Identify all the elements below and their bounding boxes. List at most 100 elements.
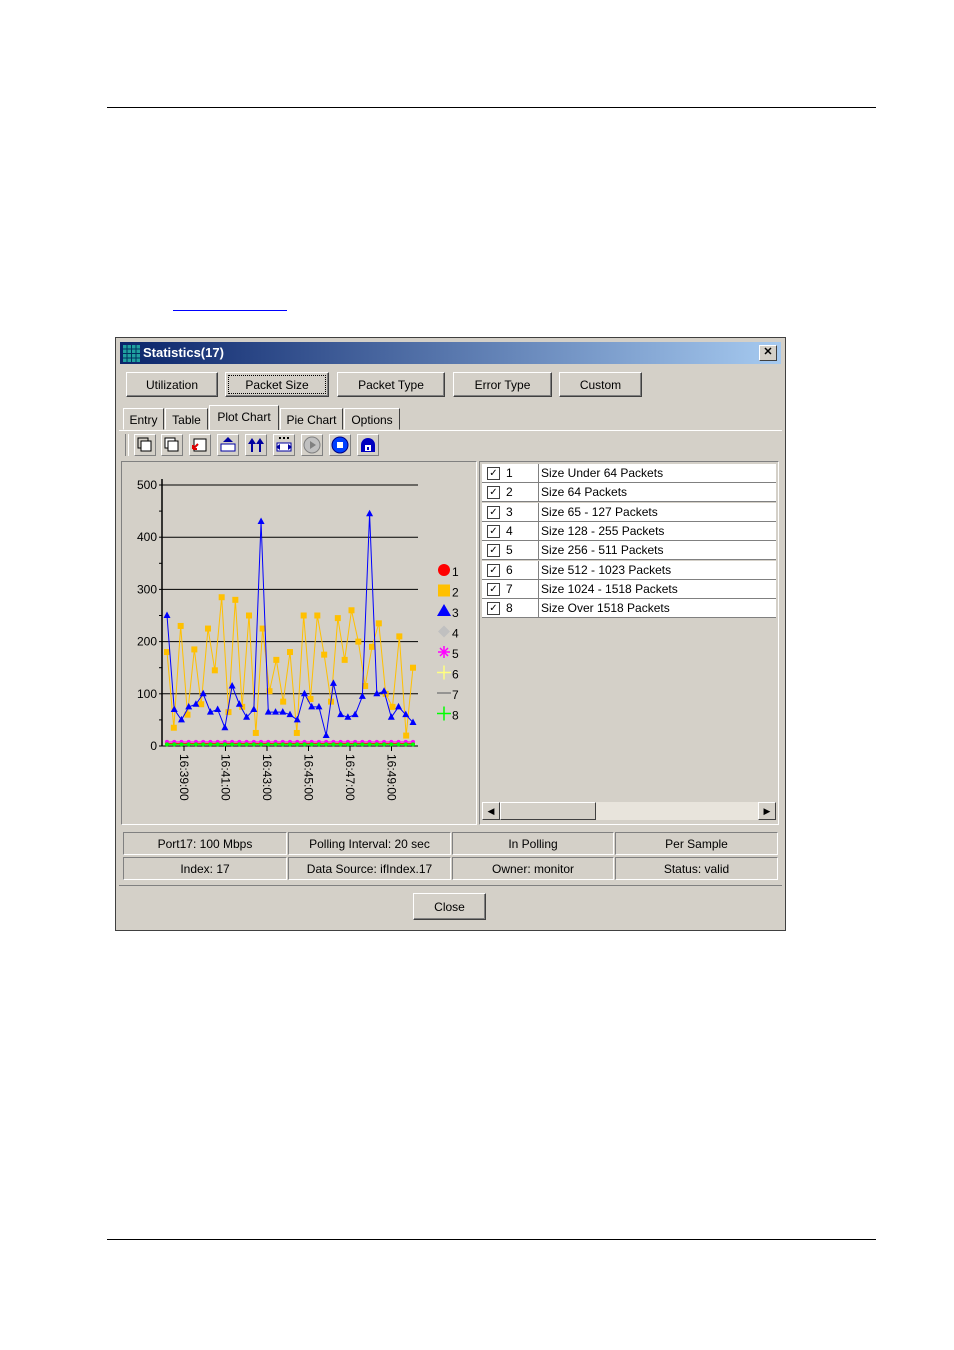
- layers-icon[interactable]: [161, 434, 183, 456]
- grid-expand-icon[interactable]: [273, 434, 295, 456]
- data-point: [348, 607, 355, 614]
- data-point: [170, 724, 177, 731]
- per-sample-status: Per Sample: [615, 832, 778, 855]
- list-item[interactable]: ✓ 1 Size Under 64 Packets: [482, 464, 776, 483]
- data-point: [338, 742, 343, 747]
- data-point: [411, 742, 415, 747]
- data-point: [199, 689, 207, 697]
- data-point: [308, 702, 316, 710]
- tab-table[interactable]: Table: [165, 408, 208, 430]
- index-status: Index: 17: [123, 857, 287, 880]
- column-divider: [538, 464, 539, 483]
- data-point: [322, 731, 330, 739]
- data-point: [321, 651, 328, 658]
- data-point: [179, 742, 184, 747]
- data-point: [218, 594, 225, 601]
- data-point: [177, 622, 184, 629]
- horizontal-scrollbar[interactable]: ◀ ▶: [482, 802, 776, 820]
- window-title: Statistics(17): [143, 345, 224, 360]
- legend-marker: [437, 604, 451, 616]
- data-point: [369, 643, 375, 650]
- stack-icon[interactable]: [134, 434, 156, 456]
- tab-panel-top-edge: [119, 430, 782, 431]
- data-point: [300, 689, 308, 697]
- data-point: [331, 742, 336, 747]
- series-checkbox[interactable]: ✓: [487, 582, 500, 596]
- custom-button[interactable]: Custom: [559, 372, 642, 397]
- utilization-button[interactable]: Utilization: [126, 372, 218, 397]
- series-label: Size 1024 - 1518 Packets: [541, 581, 678, 596]
- close-button[interactable]: Close: [413, 893, 486, 920]
- tab-entry[interactable]: Entry: [123, 408, 164, 430]
- series-id: 8: [506, 601, 513, 616]
- scroll-right-icon[interactable]: ▶: [758, 802, 776, 820]
- data-point: [163, 611, 171, 618]
- data-point: [389, 742, 394, 747]
- series-label: Size 128 - 255 Packets: [541, 523, 665, 538]
- data-point: [251, 742, 256, 747]
- series-list[interactable]: ✓ 1 Size Under 64 Packets ✓ 2 Size 64 Packets…: [482, 464, 776, 804]
- y-tick-label: 300: [137, 582, 157, 596]
- arrows-up-icon[interactable]: [245, 434, 267, 456]
- y-tick-label: 200: [137, 635, 157, 649]
- line-chart: 0 100 200 300 400 500 16:39:00 16:41:00 16:43:00…: [137, 478, 459, 801]
- list-item[interactable]: ✓ 5 Size 256 - 511 Packets: [482, 541, 776, 561]
- document-link-underline[interactable]: [173, 310, 287, 311]
- data-point: [316, 742, 321, 747]
- data-point: [367, 742, 372, 747]
- list-item[interactable]: ✓ 6 Size 512 - 1023 Packets: [482, 560, 776, 580]
- checkmark-icon[interactable]: [189, 434, 211, 456]
- series-label: Size 64 Packets: [541, 485, 628, 500]
- play-icon[interactable]: [301, 434, 323, 456]
- tab-plot-chart[interactable]: Plot Chart: [209, 405, 279, 431]
- legend-label: 4: [452, 627, 459, 641]
- error-type-button[interactable]: Error Type: [453, 372, 552, 397]
- packet-type-button[interactable]: Packet Type: [337, 372, 445, 397]
- list-item[interactable]: ✓ 8 Size Over 1518 Packets: [482, 599, 776, 619]
- data-source-status: Data Source: ifIndex.17: [288, 857, 451, 880]
- data-point: [252, 729, 259, 736]
- series-checkbox[interactable]: ✓: [487, 602, 500, 616]
- series-checkbox[interactable]: ✓: [487, 486, 500, 500]
- data-point: [395, 702, 403, 710]
- series-checkbox[interactable]: ✓: [487, 524, 500, 538]
- series-id: 5: [506, 543, 513, 558]
- list-item[interactable]: ✓ 3 Size 65 - 127 Packets: [482, 502, 776, 522]
- page-footer-rule: [107, 1239, 876, 1240]
- packet-size-button[interactable]: Packet Size: [225, 372, 329, 397]
- close-window-icon[interactable]: ✕: [759, 345, 777, 361]
- data-point: [410, 664, 416, 671]
- data-point: [225, 709, 232, 716]
- series-checkbox[interactable]: ✓: [487, 563, 500, 577]
- data-point: [266, 742, 271, 747]
- series-checkbox[interactable]: ✓: [487, 505, 500, 519]
- tab-options[interactable]: Options: [344, 408, 400, 430]
- scroll-thumb[interactable]: [500, 802, 596, 820]
- y-tick-label: 0: [150, 739, 157, 753]
- series-checkbox[interactable]: ✓: [487, 467, 500, 480]
- data-point: [230, 742, 235, 747]
- y-tick-label: 500: [137, 478, 157, 492]
- title-bar[interactable]: Statistics(17) ✕: [120, 342, 781, 364]
- polling-interval-status: Polling Interval: 20 sec: [288, 832, 451, 855]
- lock-network-icon[interactable]: [357, 434, 379, 456]
- tab-pie-chart[interactable]: Pie Chart: [280, 408, 343, 430]
- data-point: [353, 742, 358, 747]
- data-point: [164, 649, 170, 656]
- series-checkbox[interactable]: ✓: [487, 544, 500, 558]
- x-tick-label: 16:39:00: [177, 754, 191, 801]
- data-point: [250, 705, 258, 712]
- x-tick-label: 16:45:00: [302, 754, 316, 801]
- scroll-left-icon[interactable]: ◀: [482, 802, 500, 820]
- data-point: [232, 596, 239, 603]
- list-item[interactable]: ✓ 2 Size 64 Packets: [482, 483, 776, 503]
- series-id: 6: [506, 562, 513, 577]
- data-point: [215, 742, 220, 747]
- data-point: [375, 620, 382, 627]
- list-item[interactable]: ✓ 7 Size 1024 - 1518 Packets: [482, 579, 776, 599]
- data-point: [396, 633, 403, 640]
- fit-width-icon[interactable]: [217, 434, 239, 456]
- list-item[interactable]: ✓ 4 Size 128 - 255 Packets: [482, 521, 776, 541]
- data-point: [315, 702, 323, 710]
- stop-icon[interactable]: [329, 434, 351, 456]
